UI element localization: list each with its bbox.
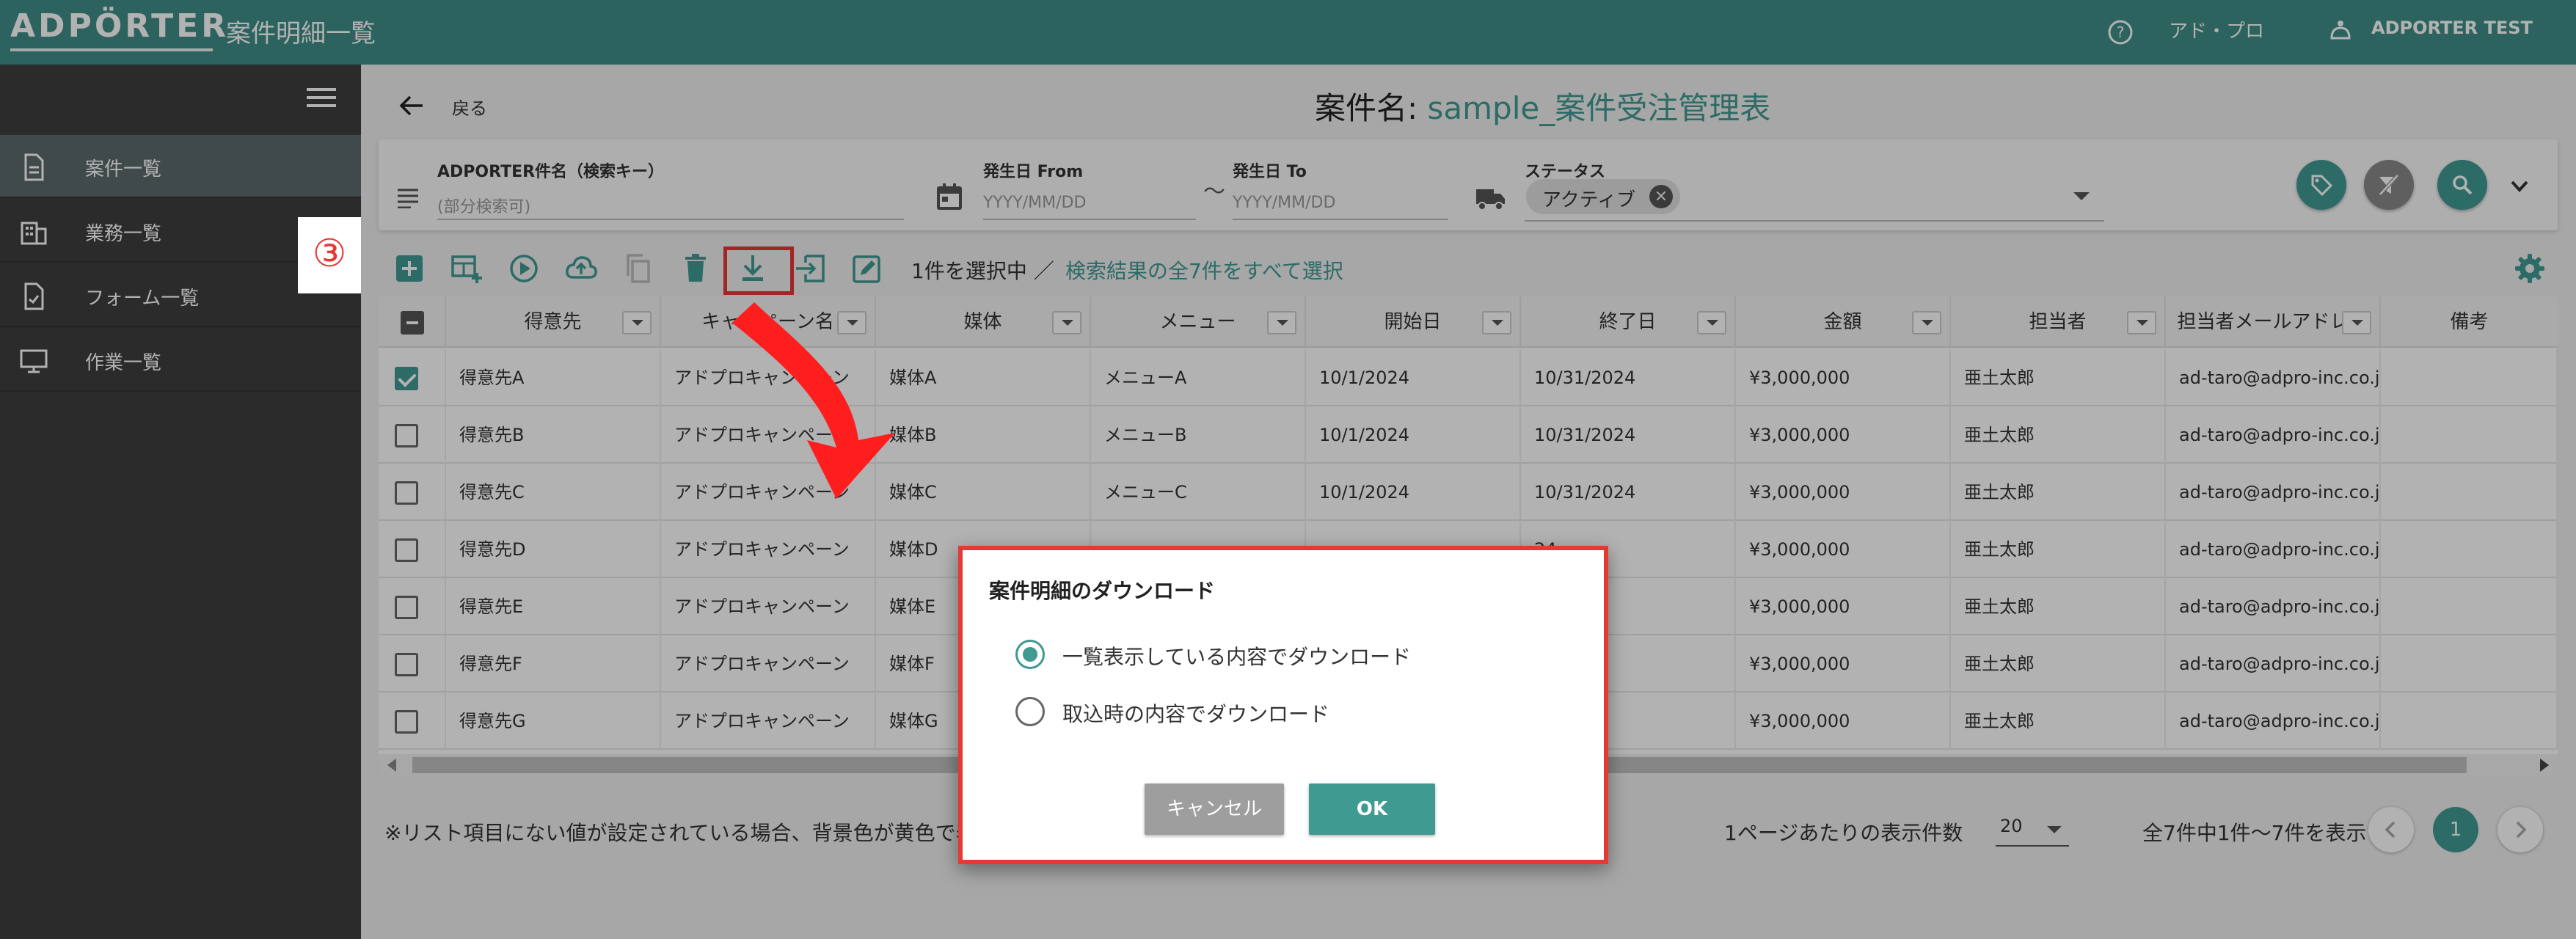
radio-import-time-label[interactable]: 取込時の内容でダウンロード [1062, 698, 1329, 728]
radio-current-view[interactable] [1015, 640, 1045, 669]
download-dialog: 案件明細のダウンロード 一覧表示している内容でダウンロード 取込時の内容でダウン… [958, 546, 1608, 864]
ok-button[interactable]: OK [1309, 783, 1435, 835]
radio-current-view-label[interactable]: 一覧表示している内容でダウンロード [1062, 641, 1411, 671]
step-annotation: ③ [298, 217, 361, 293]
radio-import-time[interactable] [1015, 697, 1045, 726]
cancel-button[interactable]: キャンセル [1145, 783, 1284, 835]
dialog-title: 案件明細のダウンロード [989, 579, 1216, 603]
